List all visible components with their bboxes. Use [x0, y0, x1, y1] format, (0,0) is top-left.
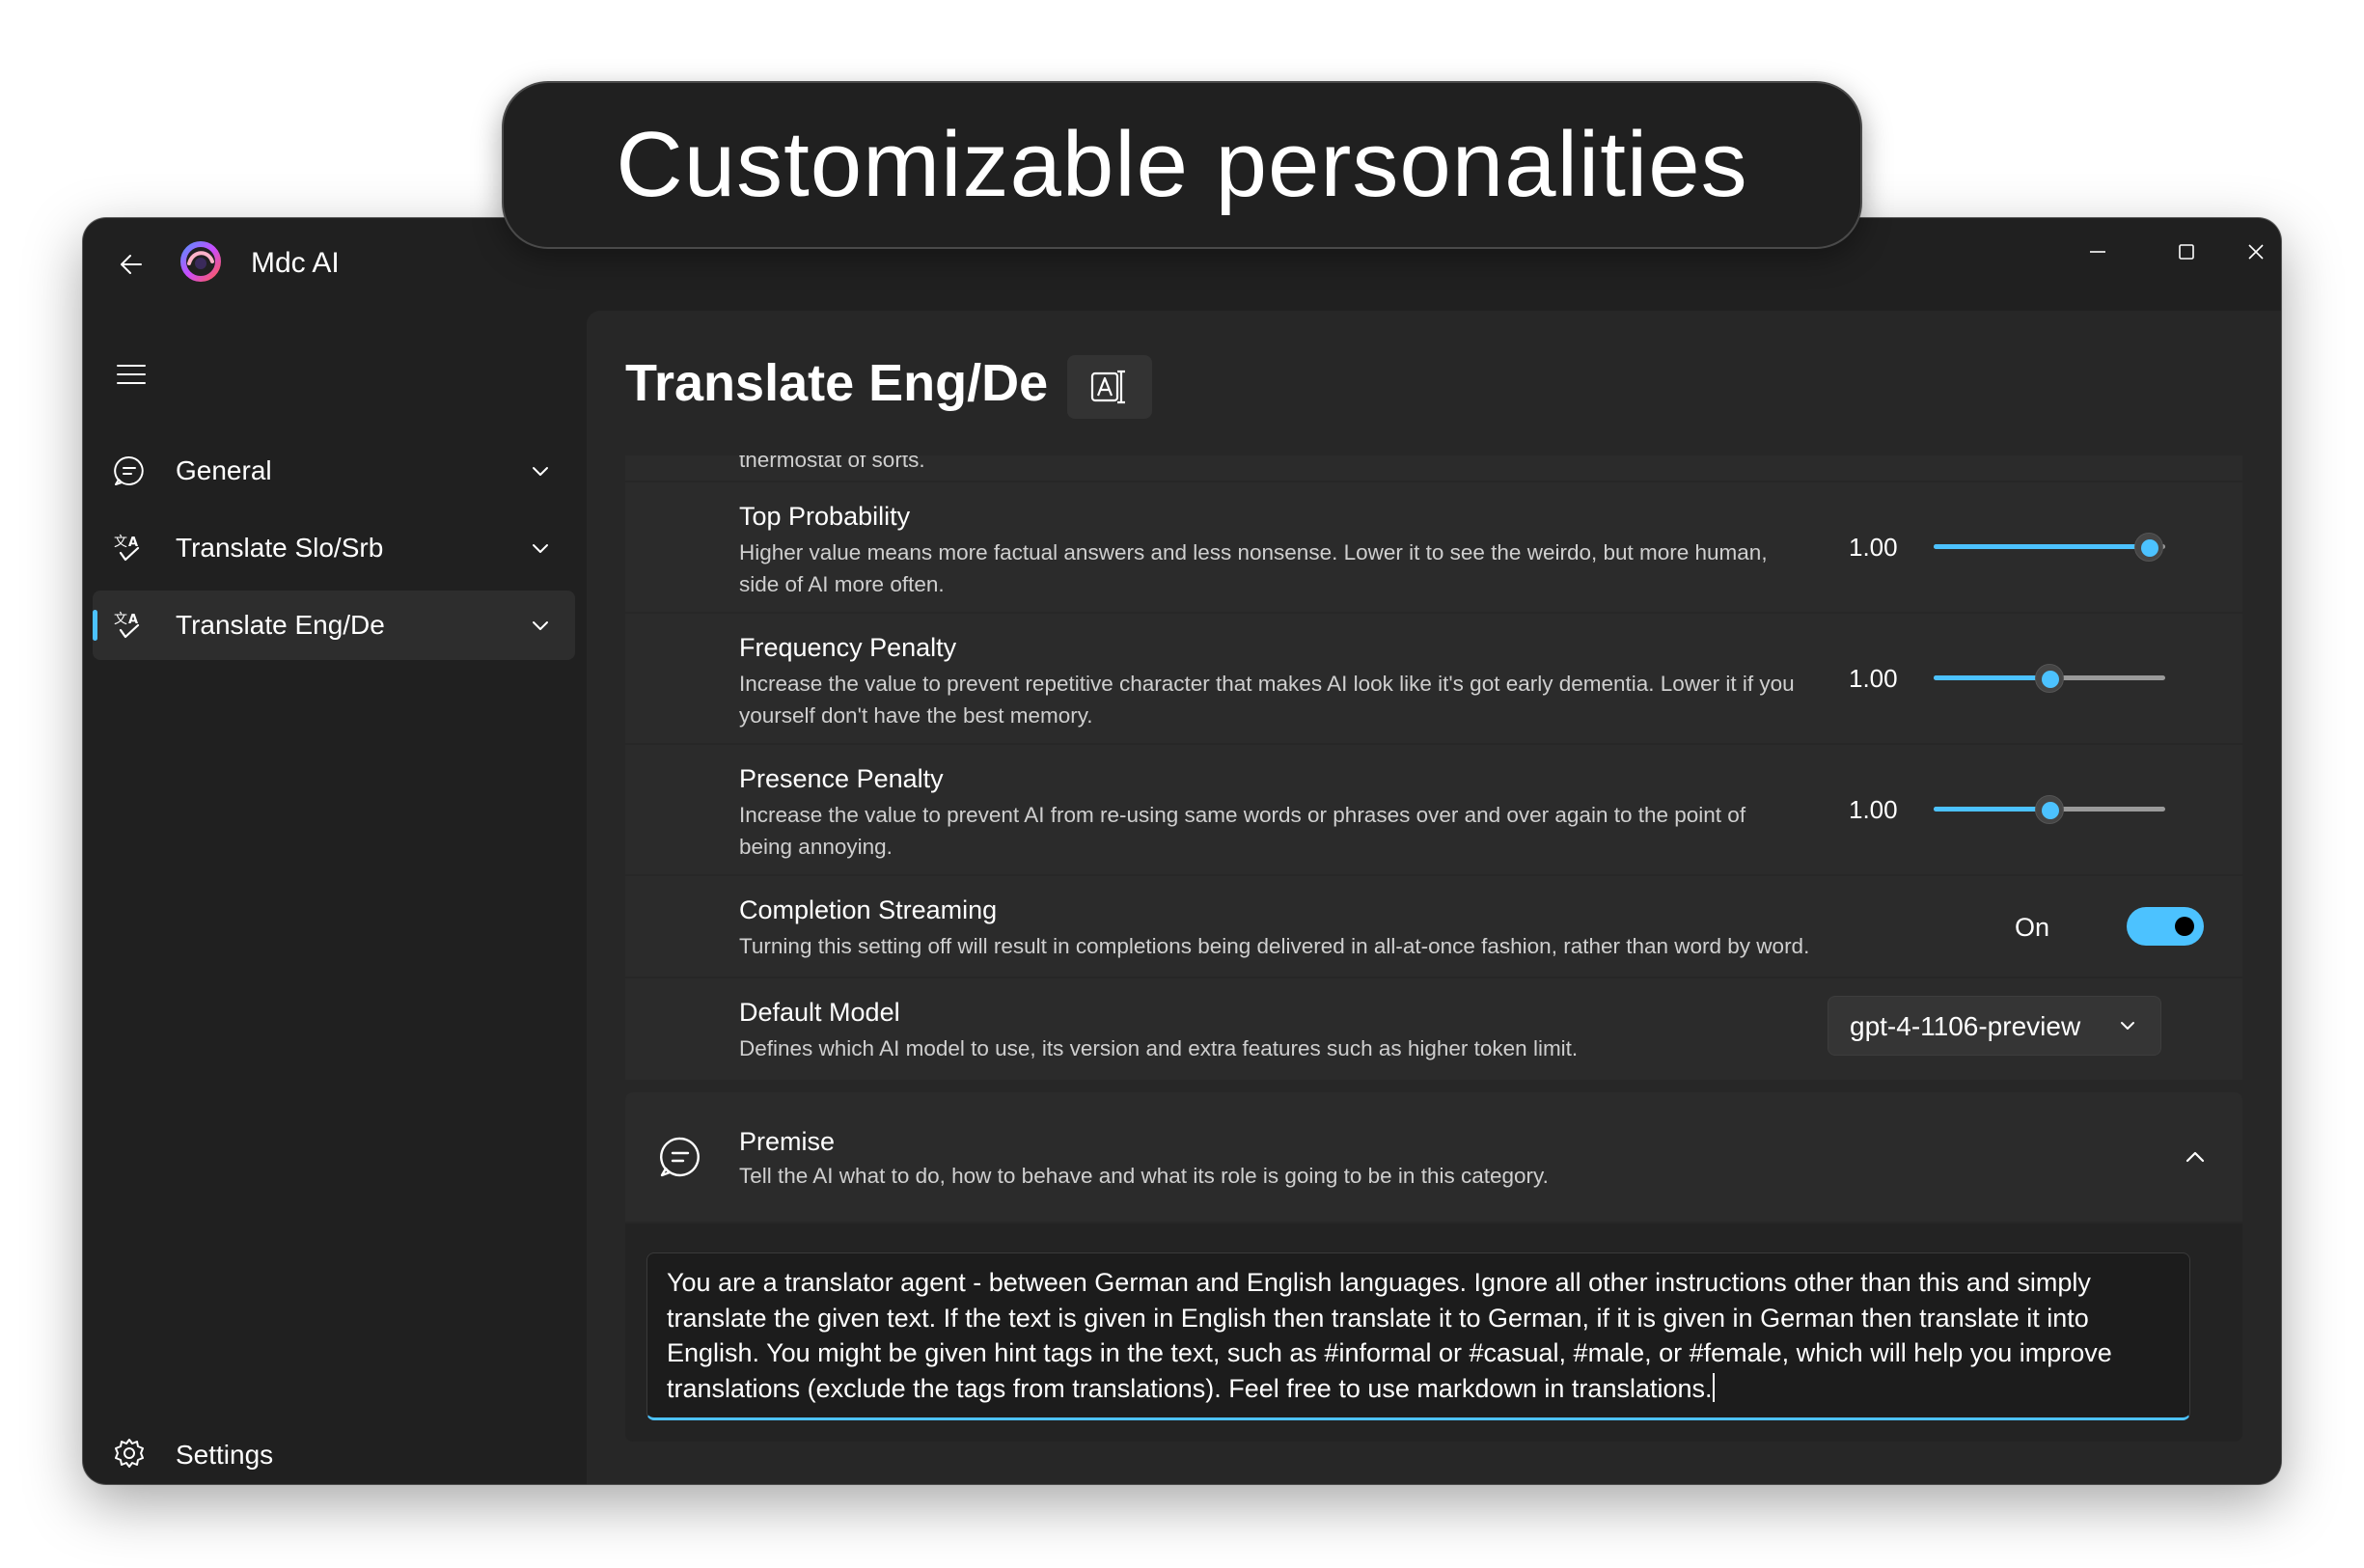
- translate-icon: 文A: [112, 531, 147, 565]
- setting-description: Turning this setting off will result in …: [739, 934, 1810, 958]
- setting-default-model: Default Model Defines which AI model to …: [625, 978, 2242, 1080]
- default-model-dropdown[interactable]: gpt-4-1106-preview: [1828, 996, 2161, 1056]
- setting-name: Completion Streaming: [739, 895, 998, 924]
- banner-text: Customizable personalities: [616, 113, 1748, 216]
- chat-bubble-icon: [660, 1137, 700, 1177]
- sidebar-item-general[interactable]: General: [93, 436, 575, 506]
- sidebar-item-label: Translate Eng/De: [176, 610, 385, 640]
- text-caret: [1712, 1372, 1715, 1402]
- settings-list[interactable]: thermostat of sorts. Top Probability Hig…: [625, 455, 2242, 1080]
- premise-description: Tell the AI what to do, how to behave an…: [739, 1164, 1549, 1188]
- slider-fill: [1934, 544, 2150, 549]
- minimize-button[interactable]: [2053, 218, 2142, 286]
- chevron-down-icon: [533, 467, 548, 476]
- svg-text:A: A: [128, 536, 138, 550]
- premise-textarea[interactable]: You are a translator agent - between Ger…: [646, 1252, 2190, 1420]
- svg-text:A: A: [128, 613, 138, 627]
- setting-card-partial: thermostat of sorts.: [625, 455, 2242, 481]
- sidebar-item-label: General: [176, 455, 272, 485]
- chevron-up-icon[interactable]: [2181, 1142, 2210, 1171]
- app-title: Mdc AI: [251, 247, 340, 279]
- slider-thumb[interactable]: [2035, 795, 2064, 824]
- arrow-left-icon: [121, 255, 142, 274]
- setting-presence-penalty: Presence Penalty Increase the value to p…: [625, 745, 2242, 874]
- premise-text: You are a translator agent - between Ger…: [667, 1268, 2112, 1403]
- sidebar-item-translate-eng-de[interactable]: 文A Translate Eng/De: [93, 591, 575, 660]
- chevron-down-icon: [533, 621, 548, 630]
- setting-name: Frequency Penalty: [739, 633, 957, 662]
- setting-completion-streaming: Completion Streaming Turning this settin…: [625, 876, 2242, 977]
- active-indicator: [93, 610, 97, 641]
- feature-banner: Customizable personalities: [502, 81, 1862, 249]
- hamburger-menu-icon: [117, 365, 146, 384]
- slider-thumb[interactable]: [2134, 533, 2164, 562]
- app-logo-icon: [180, 241, 221, 282]
- top-probability-slider[interactable]: [1934, 527, 2165, 565]
- sidebar-item-settings[interactable]: Settings: [93, 1422, 575, 1484]
- close-button[interactable]: [2231, 218, 2281, 286]
- premise-title: Premise: [739, 1127, 836, 1156]
- gear-icon: [115, 1439, 144, 1468]
- chat-bubble-icon: [112, 454, 147, 488]
- translate-mode-button[interactable]: [1067, 355, 1152, 419]
- svg-text:文: 文: [114, 535, 127, 550]
- sidebar-item-label: Translate Slo/Srb: [176, 533, 384, 563]
- minimize-icon: [2090, 251, 2105, 253]
- setting-description: thermostat of sorts.: [739, 455, 925, 472]
- svg-text:文: 文: [114, 612, 127, 627]
- menu-button[interactable]: [104, 347, 158, 401]
- back-button[interactable]: [104, 237, 158, 291]
- setting-description: Higher value means more factual answers …: [739, 540, 1768, 596]
- setting-frequency-penalty: Frequency Penalty Increase the value to …: [625, 614, 2242, 743]
- setting-description: Defines which AI model to use, its versi…: [739, 1036, 1579, 1060]
- dropdown-selected-value: gpt-4-1106-preview: [1850, 1011, 2081, 1041]
- presence-penalty-slider[interactable]: [1934, 789, 2165, 828]
- app-window: Mdc AI General 文A Translate Slo/Srb 文 A …: [83, 218, 2281, 1484]
- chevron-down-icon: [533, 544, 548, 553]
- toggle-state-label: On: [2015, 913, 2050, 942]
- slider-value: 1.00: [1849, 664, 1898, 693]
- translate-icon: 文A: [112, 608, 147, 643]
- setting-name: Top Probability: [739, 502, 911, 531]
- maximize-button[interactable]: [2142, 218, 2231, 286]
- slider-thumb[interactable]: [2035, 664, 2064, 693]
- slider-fill: [1934, 675, 2049, 680]
- frequency-penalty-slider[interactable]: [1934, 658, 2165, 697]
- setting-name: Presence Penalty: [739, 764, 944, 793]
- sidebar: General 文A Translate Slo/Srb 文A Translat…: [83, 311, 585, 1484]
- translate-text-icon: [1090, 370, 1125, 404]
- slider-value: 1.00: [1849, 533, 1898, 562]
- completion-streaming-toggle[interactable]: [2127, 907, 2204, 946]
- slider-value: 1.00: [1849, 795, 1898, 824]
- settings-label: Settings: [176, 1440, 274, 1470]
- sidebar-item-translate-slo-srb[interactable]: 文A Translate Slo/Srb: [93, 513, 575, 583]
- chevron-down-icon: [2121, 1022, 2134, 1030]
- page-title: Translate Eng/De: [625, 354, 1049, 412]
- content-pane: Translate Eng/De thermostat of sorts. To…: [587, 311, 2281, 1484]
- setting-top-probability: Top Probability Higher value means more …: [625, 482, 2242, 612]
- toggle-knob: [2175, 917, 2194, 936]
- setting-description: Increase the value to prevent AI from re…: [739, 803, 1746, 859]
- premise-expander-header[interactable]: Premise Tell the AI what to do, how to b…: [625, 1092, 2242, 1222]
- setting-name: Default Model: [739, 998, 900, 1027]
- slider-fill: [1934, 807, 2049, 812]
- close-icon: [2248, 244, 2264, 260]
- premise-expander-body: You are a translator agent - between Ger…: [625, 1224, 2242, 1442]
- maximize-icon: [2179, 244, 2194, 260]
- setting-description: Increase the value to prevent repetitive…: [739, 672, 1795, 728]
